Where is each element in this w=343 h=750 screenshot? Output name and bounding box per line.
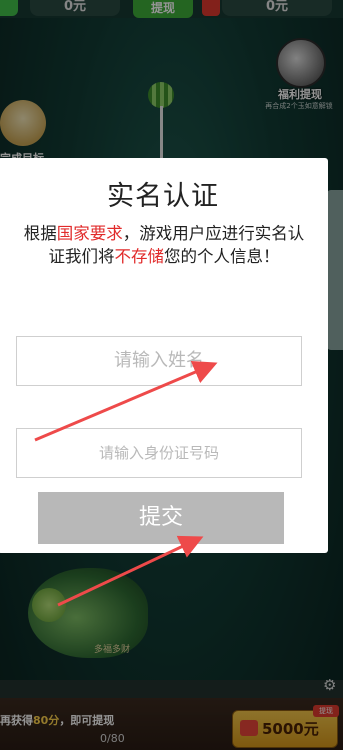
- desc-em-nostore: 不存储: [114, 247, 165, 266]
- id-number-input[interactable]: 请输入身份证号码: [16, 428, 302, 478]
- submit-button[interactable]: 提交: [38, 492, 284, 544]
- name-input[interactable]: 请输入姓名: [16, 336, 302, 386]
- dialog-description: 根据国家要求，游戏用户应进行实名认证我们将不存储您的个人信息！: [16, 222, 312, 268]
- desc-part3: 您的个人信息！: [164, 247, 280, 266]
- dialog-title: 实名认证: [107, 181, 219, 212]
- real-name-dialog: 实名认证 根据国家要求，游戏用户应进行实名认证我们将不存储您的个人信息！ 请输入…: [0, 158, 328, 553]
- desc-part1: 根据: [23, 224, 57, 243]
- desc-em-national: 国家要求: [56, 224, 123, 243]
